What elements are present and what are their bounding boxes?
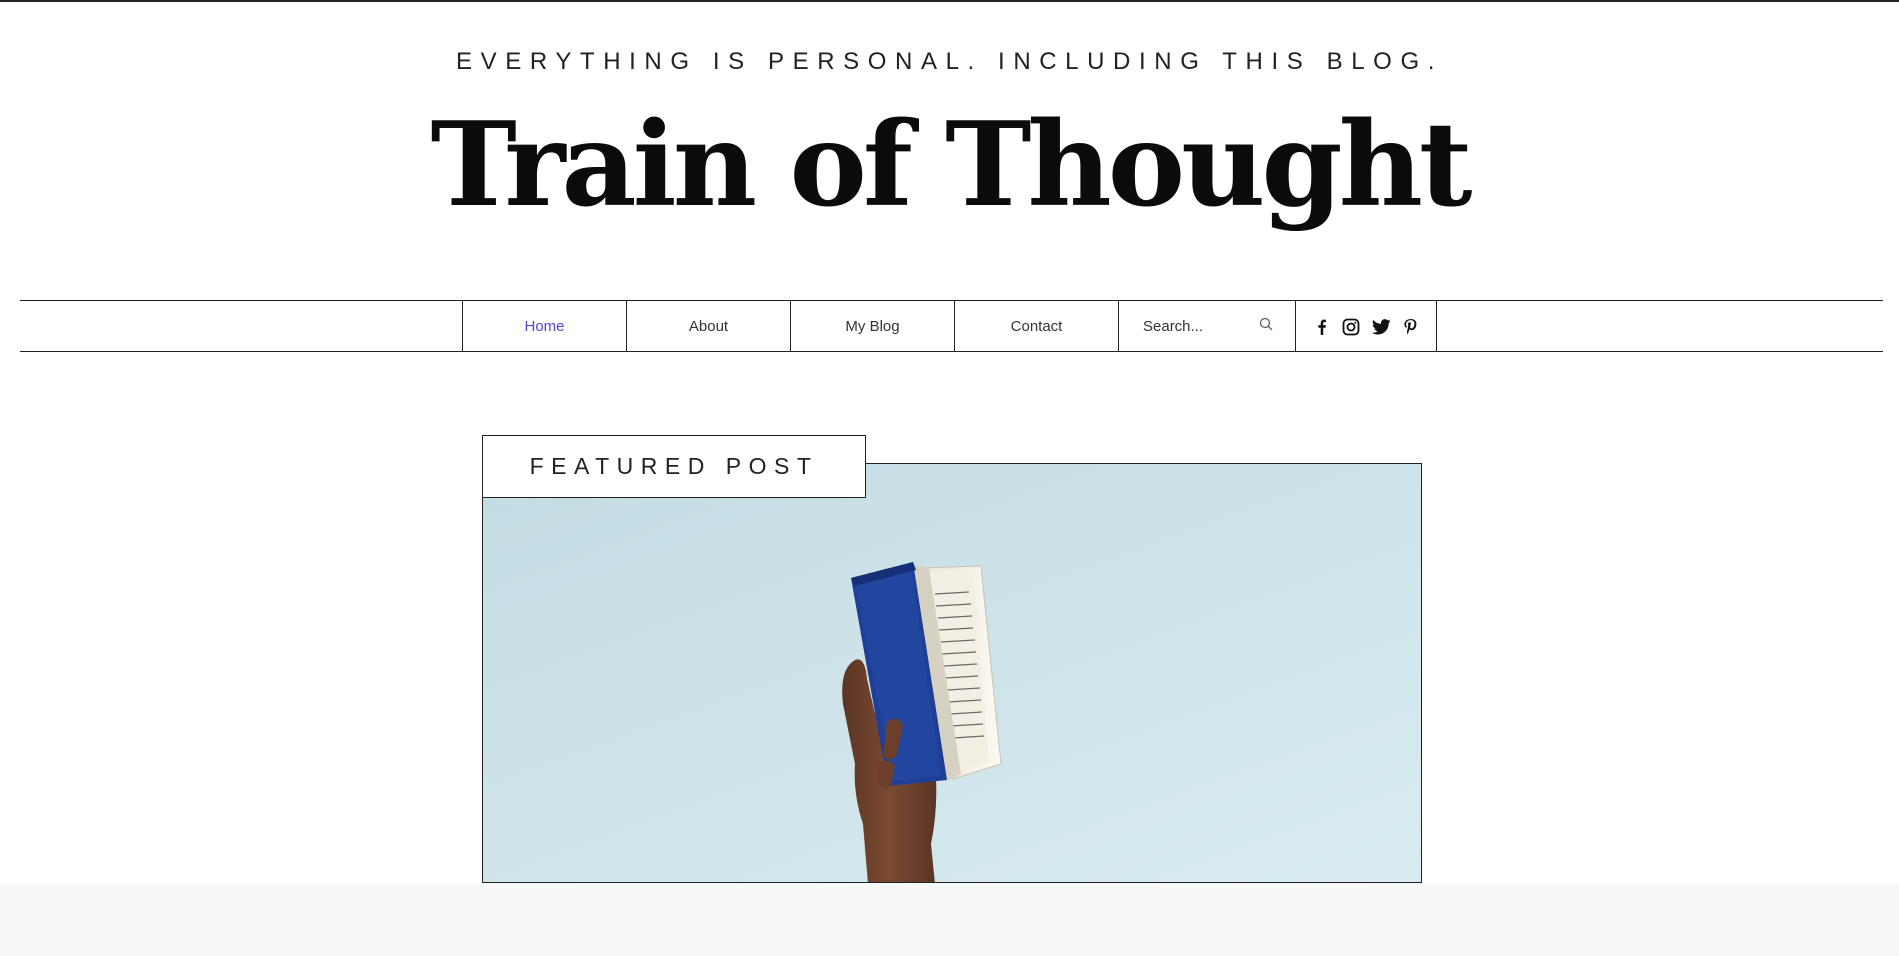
nav-item-about[interactable]: About — [627, 301, 791, 352]
featured-post-image[interactable] — [482, 463, 1422, 883]
nav-item-my-blog[interactable]: My Blog — [791, 301, 955, 352]
twitter-icon[interactable] — [1372, 318, 1391, 335]
social-bar — [1296, 301, 1437, 352]
nav-item-home[interactable]: Home — [463, 301, 627, 352]
instagram-icon[interactable] — [1342, 318, 1360, 336]
search-box — [1119, 301, 1296, 352]
featured-post-label: FEATURED POST — [482, 435, 866, 498]
search-input[interactable] — [1143, 318, 1253, 335]
book-in-hand-illustration — [842, 562, 1002, 882]
nav-item-contact[interactable]: Contact — [955, 301, 1119, 352]
main-nav: Home About My Blog Contact — [462, 301, 1437, 352]
pinterest-icon[interactable] — [1403, 318, 1418, 336]
footer-band — [0, 883, 1899, 956]
site-title[interactable]: Train of Thought — [0, 107, 1899, 223]
facebook-icon[interactable] — [1314, 318, 1330, 336]
search-icon[interactable] — [1259, 317, 1273, 336]
site-tagline: EVERYTHING IS PERSONAL. INCLUDING THIS B… — [456, 48, 1443, 75]
page: EVERYTHING IS PERSONAL. INCLUDING THIS B… — [0, 0, 1899, 956]
